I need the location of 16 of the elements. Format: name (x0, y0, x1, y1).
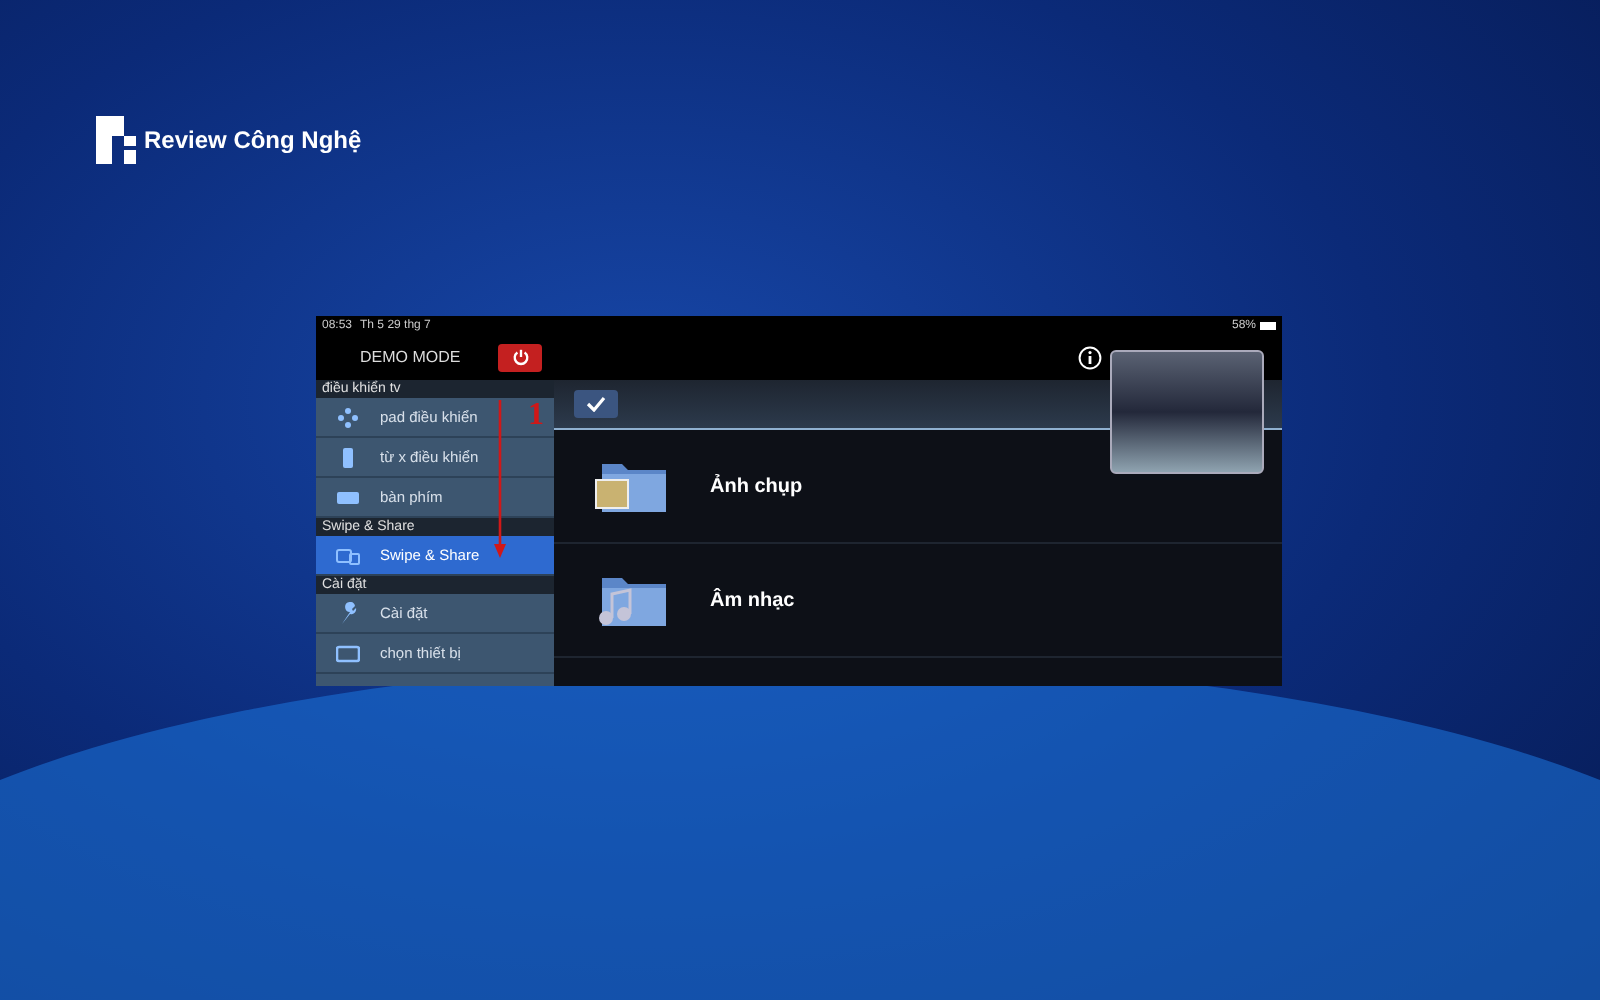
media-row[interactable]: Âm nhạc (554, 544, 1282, 658)
devices-icon (336, 543, 360, 567)
sidebar-title: DEMO MODE (360, 345, 461, 369)
monitor-icon (336, 641, 360, 665)
power-button[interactable] (498, 343, 542, 371)
select-all-checkbox[interactable] (574, 390, 618, 418)
battery-icon (1260, 321, 1276, 329)
power-icon (511, 348, 529, 366)
logo-icon (96, 116, 136, 164)
dots-icon (336, 405, 360, 429)
media-label: Ảnh chụp (710, 472, 803, 501)
brand-name: Review Công Nghệ (144, 124, 362, 158)
info-icon[interactable] (1078, 345, 1102, 369)
checkmark-icon (586, 396, 606, 412)
media-label: Âm nhạc (710, 586, 795, 615)
annotation-number: 1 (528, 400, 544, 432)
